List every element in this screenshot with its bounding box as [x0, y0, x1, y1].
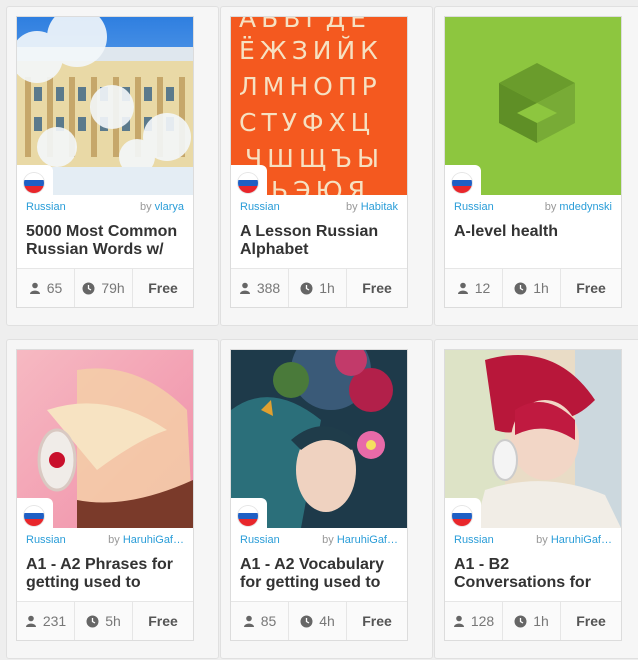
course-language-link[interactable]: Russian	[26, 201, 66, 213]
learner-count: 65	[46, 280, 63, 296]
course-duration: 5h	[105, 613, 121, 629]
author-by-label: by	[322, 534, 334, 546]
course-price: Free	[148, 280, 178, 296]
clock-icon	[514, 615, 527, 627]
author-by-label: by	[346, 201, 358, 213]
course-price: Free	[576, 613, 606, 629]
course-title[interactable]: 5000 Most Common Russian Words w/	[26, 223, 185, 263]
course-duration: 4h	[319, 613, 335, 629]
alphabet-row: ЛМНОПР	[239, 72, 382, 101]
author-by-label: by	[139, 201, 152, 213]
course-language-link[interactable]: Russian	[240, 534, 280, 546]
author-by-label: by	[544, 201, 557, 213]
alphabet-row: ЬЭЮЯ	[271, 176, 370, 195]
russian-flag-icon	[452, 506, 472, 526]
author-by-label: by	[108, 534, 120, 546]
author-link[interactable]: HaruhiGaf…	[551, 534, 612, 546]
course-title[interactable]: A1 - A2 Phrases for getting used to	[26, 556, 185, 596]
course-price: Free	[148, 613, 178, 629]
course-stats-bar: 231 5h Free	[17, 601, 193, 640]
course-language-link[interactable]: Russian	[454, 201, 494, 213]
author-link[interactable]: Habitak	[361, 201, 398, 213]
course-duration: 1h	[533, 613, 549, 629]
course-card[interactable]: Russian by vlarya 5000 Most Common Russi…	[6, 6, 219, 326]
user-icon	[239, 282, 250, 294]
user-icon	[453, 615, 464, 627]
course-card[interactable]: Russian by HaruhiGaf… A1 - B2 Conversati…	[434, 339, 638, 659]
course-price: Free	[576, 280, 606, 296]
russian-flag-icon	[24, 173, 44, 193]
learner-count: 85	[260, 613, 277, 629]
clock-icon	[86, 615, 99, 627]
user-icon	[25, 615, 36, 627]
course-title[interactable]: A1 - A2 Vocabulary for getting used to	[240, 556, 399, 596]
author-link[interactable]: vlarya	[155, 201, 184, 213]
course-price: Free	[362, 280, 392, 296]
course-language-link[interactable]: Russian	[26, 534, 66, 546]
learner-count: 231	[42, 613, 67, 629]
course-card[interactable]: Russian by HaruhiGaf… A1 - A2 Vocabulary…	[220, 339, 433, 659]
course-card[interactable]: АБВГДЕ ЁЖЗИЙК ЛМНОПР СТУФХЦ ЧШЩЪЫ ЬЭЮЯ R…	[220, 6, 433, 326]
author-link[interactable]: mdedynski	[559, 201, 612, 213]
learner-count: 128	[470, 613, 495, 629]
clock-icon	[82, 282, 95, 294]
course-title[interactable]: A-level health	[454, 223, 613, 263]
learner-count: 12	[474, 280, 491, 296]
author-link[interactable]: HaruhiGaf…	[337, 534, 398, 546]
clock-icon	[514, 282, 527, 294]
alphabet-row: ЁЖЗИЙК	[239, 36, 383, 65]
russian-flag-icon	[452, 173, 472, 193]
learner-count: 388	[256, 280, 281, 296]
course-duration: 79h	[101, 280, 125, 296]
course-card[interactable]: Russian by mdedynski A-level health 12 1…	[434, 6, 638, 326]
course-price: Free	[362, 613, 392, 629]
course-duration: 1h	[533, 280, 549, 296]
user-icon	[243, 615, 254, 627]
course-title[interactable]: A1 - B2 Conversations for	[454, 556, 613, 596]
course-card[interactable]: Russian by HaruhiGaf… A1 - A2 Phrases fo…	[6, 339, 219, 659]
user-icon	[29, 282, 40, 294]
course-language-link[interactable]: Russian	[240, 201, 280, 213]
course-stats-bar: 388 1h Free	[231, 268, 407, 307]
clock-icon	[300, 615, 313, 627]
author-link[interactable]: HaruhiGaf…	[123, 534, 184, 546]
course-language-link[interactable]: Russian	[454, 534, 494, 546]
user-icon	[457, 282, 468, 294]
russian-flag-icon	[238, 173, 258, 193]
alphabet-row: АБВГДЕ	[239, 17, 371, 33]
russian-flag-icon	[238, 506, 258, 526]
course-stats-bar: 65 79h Free	[17, 268, 193, 307]
alphabet-row: СТУФХЦ	[239, 108, 375, 137]
clock-icon	[300, 282, 313, 294]
russian-flag-icon	[24, 506, 44, 526]
course-stats-bar: 128 1h Free	[445, 601, 621, 640]
author-by-label: by	[536, 534, 548, 546]
course-duration: 1h	[319, 280, 335, 296]
course-title[interactable]: A Lesson Russian Alphabet	[240, 223, 399, 263]
course-stats-bar: 12 1h Free	[445, 268, 621, 307]
course-stats-bar: 85 4h Free	[231, 601, 407, 640]
